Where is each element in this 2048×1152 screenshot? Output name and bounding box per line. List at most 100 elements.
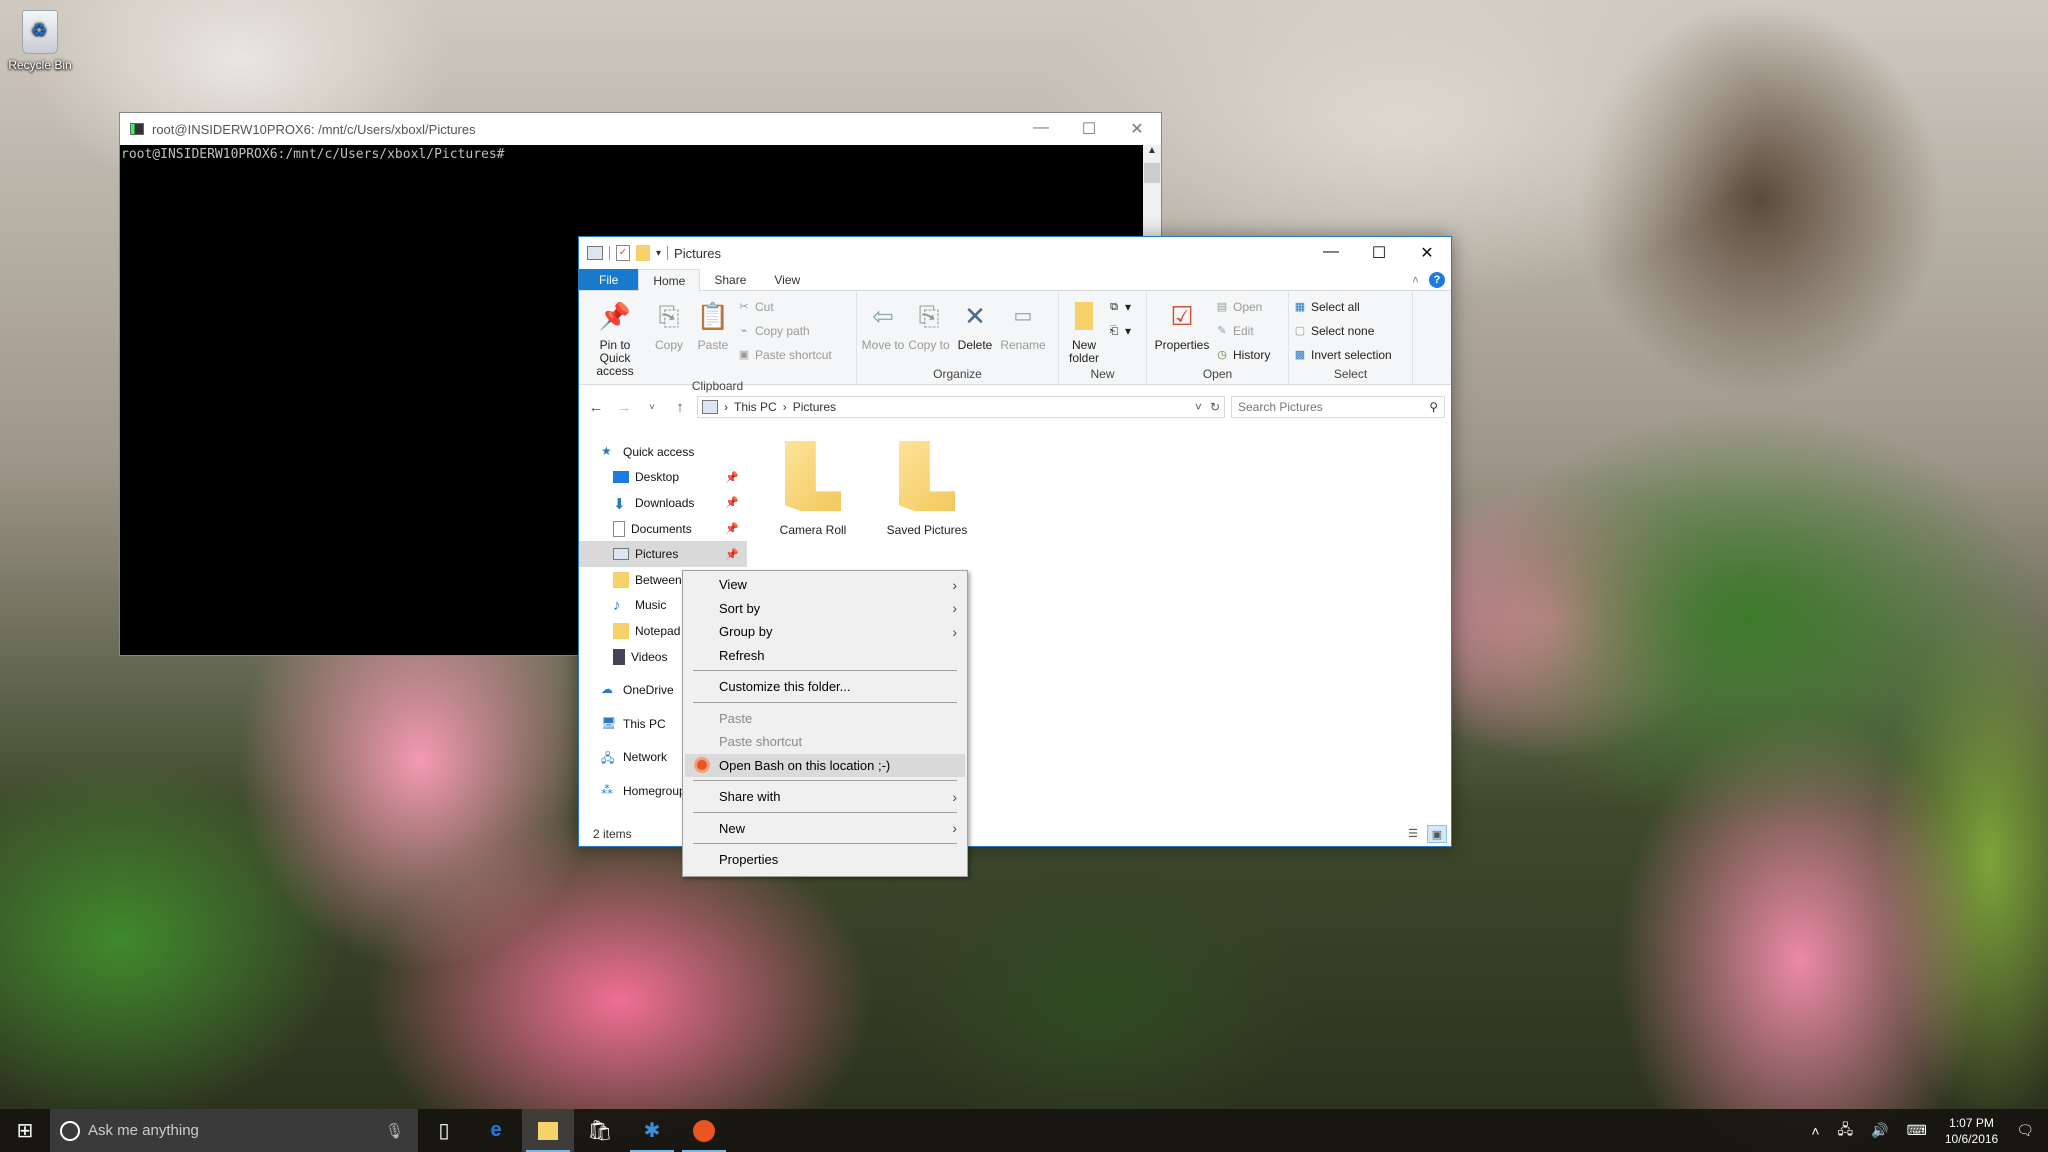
refresh-icon[interactable]: ↻	[1210, 400, 1220, 414]
network-icon[interactable]: 🖧	[1838, 1119, 1854, 1143]
menu-item-share-with[interactable]: Share with ›	[685, 785, 965, 809]
up-button[interactable]: ↑	[669, 399, 691, 416]
task-view-button[interactable]: ▯	[418, 1109, 470, 1152]
rename-button[interactable]: ▭ Rename	[999, 295, 1047, 366]
explorer-maximize-button[interactable]: ☐	[1355, 243, 1403, 263]
forward-button[interactable]: →	[613, 399, 635, 416]
folder-item[interactable]: Saved Pictures	[877, 441, 977, 537]
menu-item-open-bash[interactable]: Open Bash on this location ;-)	[685, 753, 965, 777]
open-button[interactable]: ▤ Open	[1215, 297, 1270, 317]
new-folder-button[interactable]: New folder	[1063, 295, 1105, 366]
explorer-minimize-button[interactable]: —	[1307, 243, 1355, 263]
new-folder-qat-icon[interactable]	[636, 245, 650, 261]
touch-keyboard-icon[interactable]: ⌨	[1907, 1122, 1927, 1139]
menu-item-properties[interactable]: Properties	[685, 848, 965, 872]
properties-qat-icon[interactable]: ✓	[616, 245, 630, 261]
explorer-title-bar[interactable]: ✓ ▾ Pictures — ☐ ✕	[579, 237, 1451, 269]
recent-locations-button[interactable]: ˅	[641, 402, 663, 413]
invert-selection-button[interactable]: ▩ Invert selection	[1293, 345, 1392, 365]
edit-button[interactable]: ✎ Edit	[1215, 321, 1270, 341]
folder-item[interactable]: Camera Roll	[763, 441, 863, 537]
recycle-bin-shortcut[interactable]: Recycle Bin	[4, 8, 76, 72]
nav-downloads[interactable]: ⬇ Downloads 📌	[579, 490, 747, 516]
breadcrumb-pictures[interactable]: Pictures	[793, 400, 836, 414]
nav-pictures[interactable]: Pictures 📌	[579, 541, 747, 567]
menu-item-paste[interactable]: Paste	[685, 707, 965, 731]
menu-separator	[693, 811, 957, 813]
nav-desktop[interactable]: Desktop 📌	[579, 465, 747, 491]
select-group-label: Select	[1333, 367, 1368, 381]
customize-qat-icon[interactable]: ▾	[656, 248, 661, 259]
large-icons-view-button[interactable]: ▣	[1427, 825, 1447, 843]
terminal-title-bar[interactable]: root@INSIDERW10PROX6: /mnt/c/Users/xboxl…	[120, 113, 1161, 145]
back-button[interactable]: ←	[585, 399, 607, 416]
menu-separator	[693, 701, 957, 703]
delete-button[interactable]: ✕ Delete	[953, 295, 997, 366]
file-explorer-taskbar-button[interactable]	[522, 1109, 574, 1152]
clock[interactable]: 1:07 PM 10/6/2016	[1945, 1115, 1998, 1147]
tab-file[interactable]: File	[579, 269, 639, 290]
pin-to-quick-access-button[interactable]: 📌 Pin to Quick access	[583, 295, 647, 378]
pin-icon: 📌	[598, 300, 632, 331]
copy-to-button[interactable]: ⎘ Copy to	[907, 295, 951, 366]
pin-icon[interactable]: 📌	[725, 548, 739, 561]
properties-button[interactable]: ☑ Properties	[1151, 295, 1213, 366]
terminal-close-button[interactable]: ✕	[1113, 119, 1161, 139]
copy-path-button[interactable]: ⌁ Copy path	[737, 321, 832, 341]
clipboard-icon: 📋	[696, 300, 730, 331]
search-box[interactable]: Search Pictures ⚲	[1231, 396, 1445, 418]
scroll-up-icon[interactable]: ▲	[1143, 145, 1161, 163]
history-button[interactable]: ◷ History	[1215, 345, 1270, 365]
new-item-button[interactable]: ⧉ ▾	[1107, 297, 1131, 317]
start-button[interactable]: ⊞	[0, 1109, 50, 1152]
address-dropdown-icon[interactable]: ˅	[1195, 400, 1202, 414]
tab-view[interactable]: View	[760, 269, 814, 290]
menu-item-new[interactable]: New ›	[685, 817, 965, 841]
paste-button[interactable]: 📋 Paste	[691, 295, 735, 378]
pin-icon[interactable]: 📌	[725, 496, 739, 509]
pin-icon[interactable]: 📌	[725, 471, 739, 484]
paste-shortcut-button[interactable]: ▣ Paste shortcut	[737, 345, 832, 365]
easy-access-button[interactable]: ⎗ ▾	[1107, 321, 1131, 341]
move-to-button[interactable]: ⇦ Move to	[861, 295, 905, 366]
help-icon[interactable]: ?	[1429, 271, 1445, 288]
breadcrumb-this-pc[interactable]: This PC	[734, 400, 777, 414]
show-hidden-icons-button[interactable]: ˄	[1811, 1123, 1819, 1139]
volume-icon[interactable]: 🔊	[1871, 1122, 1888, 1139]
menu-item-group-by[interactable]: Group by ›	[685, 620, 965, 644]
microphone-icon[interactable]: 🎙	[385, 1122, 404, 1140]
nav-documents[interactable]: Documents 📌	[579, 516, 747, 542]
action-center-icon[interactable]: 🗨	[2016, 1122, 2034, 1139]
paste-shortcut-icon: ▣	[738, 349, 750, 361]
address-bar[interactable]: › This PC › Pictures ˅ ↻	[697, 396, 1225, 418]
folder-icon	[785, 441, 841, 511]
clock-time: 1:07 PM	[1949, 1115, 1994, 1130]
scrollbar-thumb[interactable]	[1144, 163, 1160, 183]
select-none-button[interactable]: ▢ Select none	[1293, 321, 1392, 341]
network-icon: 🖧	[601, 751, 615, 766]
menu-item-paste-shortcut[interactable]: Paste shortcut	[685, 730, 965, 754]
explorer-close-button[interactable]: ✕	[1403, 243, 1451, 263]
pin-icon[interactable]: 📌	[725, 522, 739, 535]
select-all-button[interactable]: ▦ Select all	[1293, 297, 1392, 317]
terminal-minimize-button[interactable]: —	[1017, 119, 1065, 139]
menu-item-sort-by[interactable]: Sort by ›	[685, 597, 965, 621]
tab-share[interactable]: Share	[700, 269, 760, 290]
menu-item-customize-folder[interactable]: Customize this folder...	[685, 675, 965, 699]
store-icon: 🛍	[587, 1120, 613, 1142]
tab-home[interactable]: Home	[638, 269, 701, 291]
app-taskbar-button[interactable]: ✱	[626, 1109, 678, 1152]
recycle-bin-label: Recycle Bin	[8, 58, 72, 72]
menu-item-view[interactable]: View ›	[685, 573, 965, 597]
menu-item-refresh[interactable]: Refresh	[685, 644, 965, 668]
cut-button[interactable]: ✂ Cut	[737, 297, 832, 317]
details-view-button[interactable]: ☰	[1403, 825, 1423, 843]
bash-taskbar-button[interactable]	[678, 1109, 730, 1152]
nav-quick-access[interactable]: ★ Quick access	[579, 439, 747, 465]
collapse-ribbon-icon[interactable]: ˄	[1412, 273, 1419, 287]
edge-taskbar-button[interactable]: e	[470, 1109, 522, 1152]
store-taskbar-button[interactable]: 🛍	[574, 1109, 626, 1152]
copy-button[interactable]: ⎘ Copy	[649, 295, 689, 378]
cortana-search-box[interactable]: Ask me anything 🎙	[50, 1109, 418, 1152]
terminal-maximize-button[interactable]: ☐	[1065, 119, 1113, 139]
